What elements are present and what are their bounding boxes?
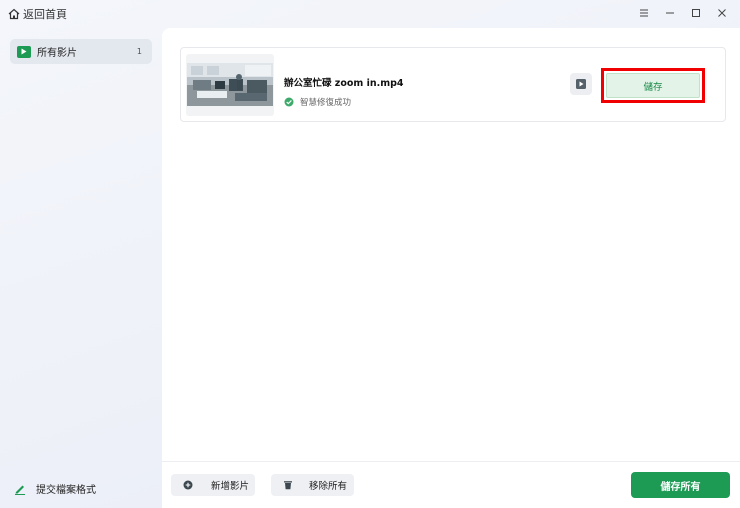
remove-all-label: 移除所有 xyxy=(309,481,348,492)
add-video-button[interactable]: 新增影片 xyxy=(171,474,255,496)
menu-icon xyxy=(640,9,648,17)
minimize-icon xyxy=(666,12,674,14)
save-all-button[interactable]: 儲存所有 xyxy=(631,472,730,498)
add-video-label: 新增影片 xyxy=(211,481,250,492)
window-controls xyxy=(634,4,732,22)
sidebar-item-label: 所有影片 xyxy=(37,48,77,59)
title-bar: 返回首頁 xyxy=(0,0,740,28)
sidebar: 所有影片 1 提交檔案格式 xyxy=(0,28,162,508)
submit-file-format-link[interactable]: 提交檔案格式 xyxy=(14,481,96,496)
pencil-icon xyxy=(15,485,25,495)
file-name: 辦公室忙碌 zoom in.mp4 xyxy=(284,78,404,89)
repair-status-text: 智慧修復成功 xyxy=(300,98,352,108)
preview-play-button[interactable] xyxy=(570,73,592,95)
home-icon xyxy=(8,8,20,20)
minimize-button[interactable] xyxy=(660,4,680,22)
play-icon xyxy=(576,79,586,89)
remove-all-button[interactable]: 移除所有 xyxy=(271,474,354,496)
save-button-label: 儲存 xyxy=(606,73,700,98)
maximize-button[interactable] xyxy=(686,4,706,22)
check-circle-icon xyxy=(284,97,294,107)
sidebar-item-all-videos[interactable]: 所有影片 1 xyxy=(10,39,152,64)
add-circle-icon xyxy=(183,480,193,490)
back-to-home-label: 返回首頁 xyxy=(23,8,67,21)
video-play-icon xyxy=(17,45,31,58)
sidebar-item-count: 1 xyxy=(136,47,142,56)
menu-button[interactable] xyxy=(634,4,654,22)
close-icon xyxy=(718,9,726,17)
main-panel: 辦公室忙碌 zoom in.mp4 智慧修復成功 儲存 新增影片 移除所有 儲存… xyxy=(162,28,740,508)
repair-status: 智慧修復成功 xyxy=(284,96,351,108)
trash-icon xyxy=(284,481,292,490)
close-button[interactable] xyxy=(712,4,732,22)
save-button[interactable]: 儲存 xyxy=(601,68,705,103)
submit-file-format-label: 提交檔案格式 xyxy=(36,485,96,496)
back-to-home-link[interactable]: 返回首頁 xyxy=(8,6,67,22)
maximize-icon xyxy=(692,9,700,17)
file-list-item: 辦公室忙碌 zoom in.mp4 智慧修復成功 儲存 xyxy=(180,47,726,122)
video-thumbnail[interactable] xyxy=(186,54,274,116)
office-scene-thumbnail-image xyxy=(187,63,273,106)
bottom-toolbar: 新增影片 移除所有 儲存所有 xyxy=(162,461,740,508)
